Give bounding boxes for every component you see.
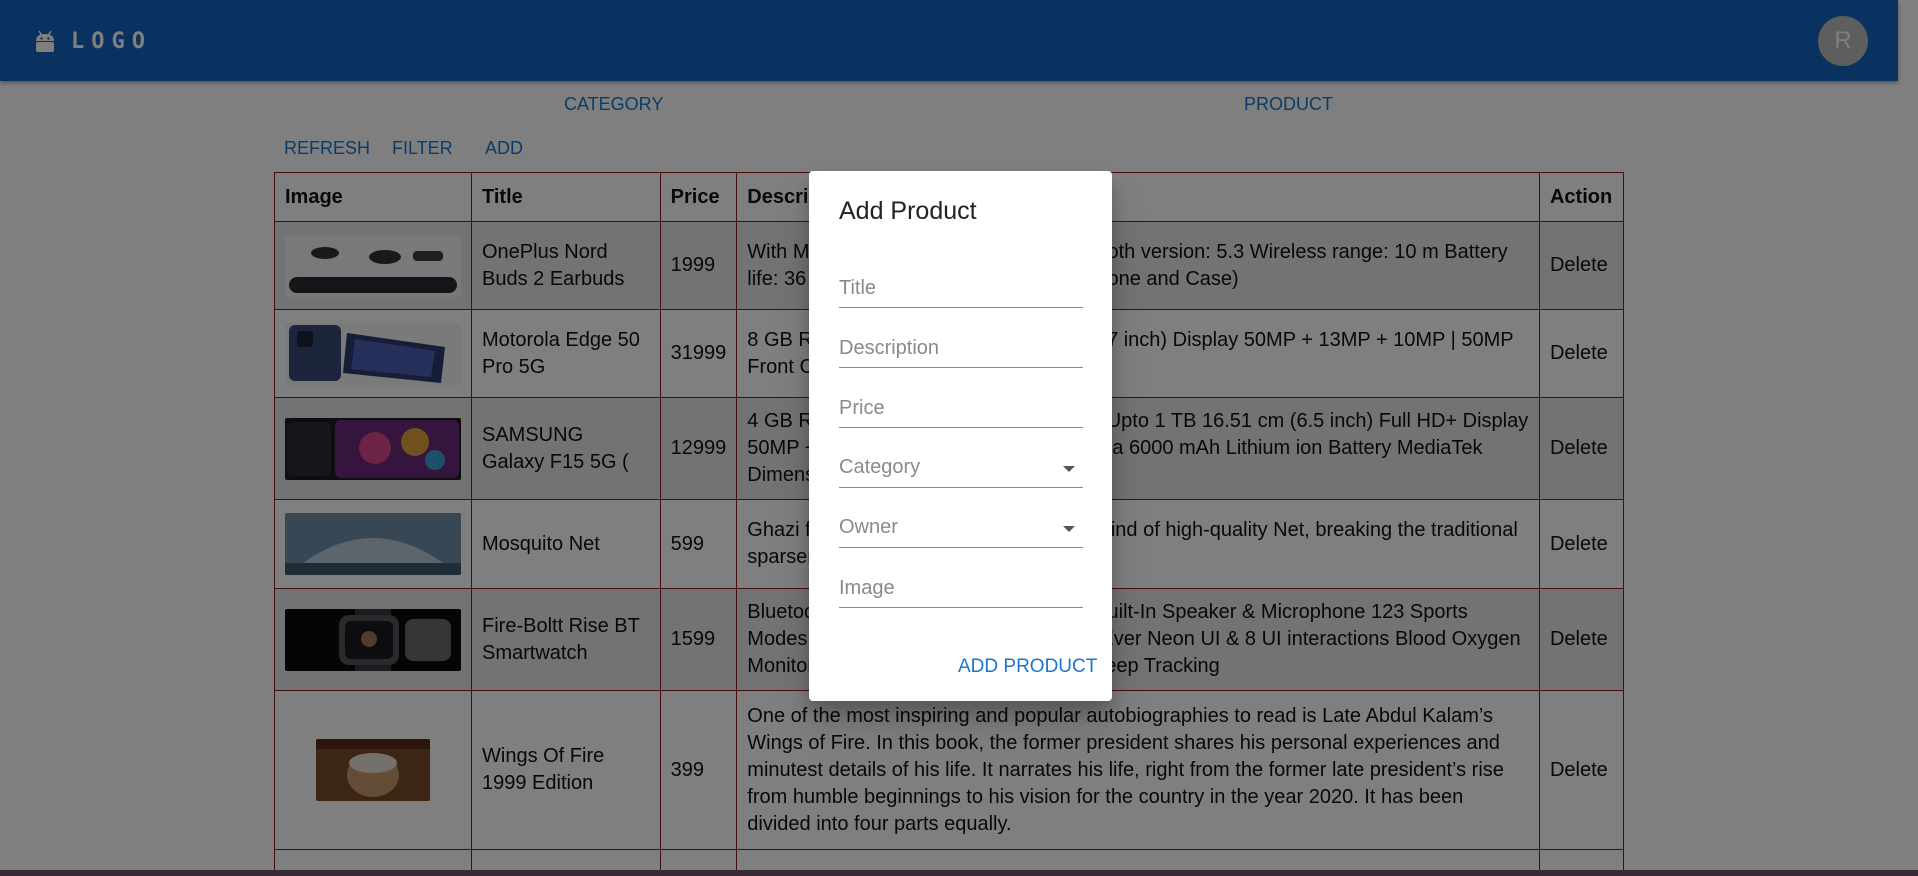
price-field: [839, 390, 1083, 428]
title-input[interactable]: [839, 270, 1083, 306]
owner-select[interactable]: Owner: [839, 510, 1083, 548]
description-input[interactable]: [839, 330, 1083, 366]
caret-down-icon: [1063, 526, 1075, 532]
category-select[interactable]: Category: [839, 450, 1083, 488]
title-field: [839, 270, 1083, 308]
description-field: [839, 330, 1083, 368]
image-field: [839, 570, 1083, 608]
owner-select-label: Owner: [839, 516, 898, 538]
dialog-title: Add Product: [839, 197, 977, 225]
caret-down-icon: [1063, 466, 1075, 472]
category-select-label: Category: [839, 456, 921, 478]
image-input[interactable]: [839, 570, 1083, 606]
add-product-dialog: Add Product Category Owner ADD PRODUCT: [809, 171, 1112, 701]
add-product-button[interactable]: ADD PRODUCT: [958, 656, 1097, 678]
bottom-edge-bar: [0, 870, 1918, 876]
price-input[interactable]: [839, 390, 1083, 426]
